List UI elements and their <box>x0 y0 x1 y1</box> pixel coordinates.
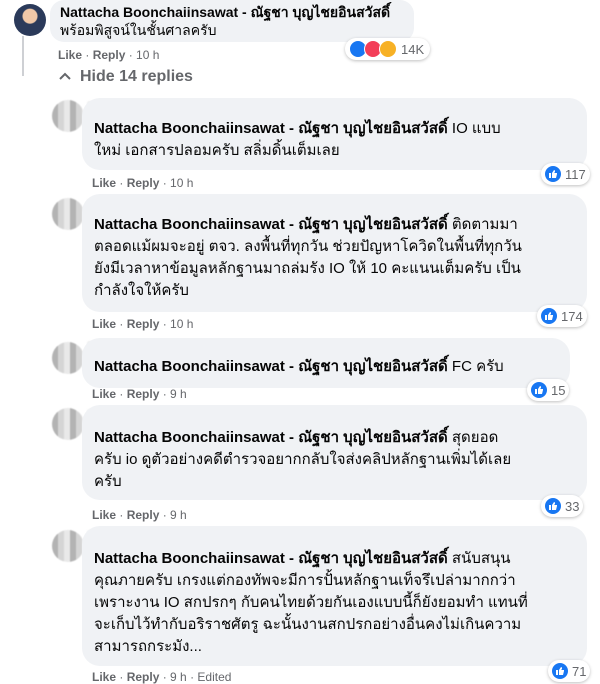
hide-replies-label: Hide 14 replies <box>80 68 193 85</box>
reply-text: Nattacha Boonchaiinsawat - ณัฐชา บุญไชยอ… <box>94 214 522 302</box>
like-icon <box>545 166 561 182</box>
thread-line <box>22 36 24 76</box>
reply-text: Nattacha Boonchaiinsawat - ณัฐชา บุญไชยอ… <box>94 356 504 378</box>
reply-like-link[interactable]: Like <box>92 387 116 401</box>
reply-reaction-count: 33 <box>565 498 580 514</box>
top-comment-like-link[interactable]: Like <box>58 48 82 62</box>
reply-text: Nattacha Boonchaiinsawat - ณัฐชา บุญไชยอ… <box>94 118 501 162</box>
reply-reactions[interactable]: 15 <box>527 379 570 401</box>
reply-text-line: FC ครับ <box>451 358 504 375</box>
reply-like-link[interactable]: Like <box>92 176 116 190</box>
reply-text-line: IO แบบ <box>451 120 501 137</box>
reply-meta: Like · Reply · 9 h <box>92 387 187 401</box>
hide-replies-button[interactable]: Hide 14 replies <box>58 68 193 86</box>
reply-like-link[interactable]: Like <box>92 508 116 522</box>
reply-edited[interactable]: Edited <box>197 670 231 684</box>
chevron-up-icon <box>59 72 71 80</box>
reply-bubble: Nattacha Boonchaiinsawat - ณัฐชา บุญไชยอ… <box>82 338 570 388</box>
reply-time[interactable]: 9 h <box>170 387 187 401</box>
reply-reply-link[interactable]: Reply <box>127 670 160 684</box>
reply-avatar[interactable] <box>52 408 84 440</box>
like-icon <box>531 382 547 398</box>
reply-reactions[interactable]: 117 <box>541 163 590 185</box>
reply-text-line: เพราะงาน IO สกปรกๆ กับคนไทยด้วยกันเองแบบ… <box>94 594 528 611</box>
reply-time[interactable]: 10 h <box>170 176 193 190</box>
reply-reaction-count: 71 <box>572 663 587 679</box>
reply-reply-link[interactable]: Reply <box>127 387 160 401</box>
reply-text-line: ติดตามมา <box>451 216 518 233</box>
reply-bubble: Nattacha Boonchaiinsawat - ณัฐชา บุญไชยอ… <box>82 98 587 170</box>
reply-text-line: กำลังใจให้ครับ <box>94 282 189 299</box>
reply-bubble: Nattacha Boonchaiinsawat - ณัฐชา บุญไชยอ… <box>82 526 587 666</box>
reply-author[interactable]: Nattacha Boonchaiinsawat - ณัฐชา บุญไชยอ… <box>94 120 448 137</box>
reply-text-line: ครับ io ดูตัวอย่างคดีตำรวจอยากกลับใจส่งค… <box>94 451 512 468</box>
top-comment-bubble: Nattacha Boonchaiinsawat - ณัฐชา บุญไชยอ… <box>50 0 414 42</box>
reply-text-line: ใหม่ เอกสารปลอมครับ สลิ่มดิ้นเต็มเลย <box>94 142 340 159</box>
reply-text-line: สุดยอด <box>451 429 499 446</box>
like-icon <box>545 498 561 514</box>
reply-text-line: สามารถกระมัง... <box>94 638 202 655</box>
reply-reactions[interactable]: 71 <box>548 660 591 682</box>
reply-time[interactable]: 9 h <box>170 508 187 522</box>
reply-reply-link[interactable]: Reply <box>127 508 160 522</box>
top-comment-reaction-count: 14K <box>401 41 425 57</box>
reply-like-link[interactable]: Like <box>92 317 116 331</box>
reply-avatar[interactable] <box>52 100 84 132</box>
top-comment-reply-link[interactable]: Reply <box>93 48 126 62</box>
reply-avatar[interactable] <box>52 342 84 374</box>
top-comment-text: พร้อมพิสูจน์ในชั้นศาลครับ <box>60 22 217 38</box>
reply-author[interactable]: Nattacha Boonchaiinsawat - ณัฐชา บุญไชยอ… <box>94 216 448 233</box>
haha-icon <box>379 40 397 58</box>
reply-reaction-count: 117 <box>565 166 586 182</box>
reply-text-line: ยังมีเวลาหาข้อมูลหลักฐานมาถล่มรัง IO ให้… <box>94 260 521 277</box>
reply-bubble: Nattacha Boonchaiinsawat - ณัฐชา บุญไชยอ… <box>82 194 587 312</box>
commenter-avatar[interactable] <box>14 4 46 36</box>
like-icon <box>541 308 557 324</box>
top-comment-meta: Like · Reply · 10 h <box>58 48 160 62</box>
reply-author[interactable]: Nattacha Boonchaiinsawat - ณัฐชา บุญไชยอ… <box>94 550 448 567</box>
reply-text-line: สนับสนุน <box>451 550 511 567</box>
reply-time[interactable]: 9 h <box>170 670 187 684</box>
reply-reaction-count: 174 <box>561 308 583 324</box>
reply-author[interactable]: Nattacha Boonchaiinsawat - ณัฐชา บุญไชยอ… <box>94 358 448 375</box>
reply-meta: Like · Reply · 9 h <box>92 508 187 522</box>
reply-text-line: จะเก็บไว้ทำกับอริราชศัตรู ฉะนั้นงานสกปรก… <box>94 616 522 633</box>
reply-text-line: ครับ <box>94 473 122 490</box>
reply-avatar[interactable] <box>52 530 84 562</box>
reply-time[interactable]: 10 h <box>170 317 193 331</box>
reply-meta: Like · Reply · 9 h · Edited <box>92 670 232 684</box>
reply-meta: Like · Reply · 10 h <box>92 317 194 331</box>
reply-reply-link[interactable]: Reply <box>127 176 160 190</box>
reply-text-line: คุณภายครับ เกรงแต่กองทัพจะมีการปั้นหลักฐ… <box>94 572 516 589</box>
reply-text-line: ตลอดแม้ผมจะอยู่ ตจว. ลงพื้นที่ทุกวัน ช่ว… <box>94 238 522 255</box>
reply-text: Nattacha Boonchaiinsawat - ณัฐชา บุญไชยอ… <box>94 548 528 658</box>
top-comment-reactions[interactable]: 14K <box>345 38 431 60</box>
reply-reaction-count: 15 <box>551 382 566 398</box>
reply-avatar[interactable] <box>52 198 84 230</box>
reply-reactions[interactable]: 33 <box>541 495 584 517</box>
reply-text: Nattacha Boonchaiinsawat - ณัฐชา บุญไชยอ… <box>94 427 511 493</box>
top-comment-time[interactable]: 10 h <box>136 48 159 62</box>
reply-like-link[interactable]: Like <box>92 670 116 684</box>
reply-reply-link[interactable]: Reply <box>127 317 160 331</box>
reply-meta: Like · Reply · 10 h <box>92 176 194 190</box>
reply-reactions[interactable]: 174 <box>537 305 587 327</box>
reply-bubble: Nattacha Boonchaiinsawat - ณัฐชา บุญไชยอ… <box>82 405 587 500</box>
reply-author[interactable]: Nattacha Boonchaiinsawat - ณัฐชา บุญไชยอ… <box>94 429 448 446</box>
like-icon <box>552 663 568 679</box>
